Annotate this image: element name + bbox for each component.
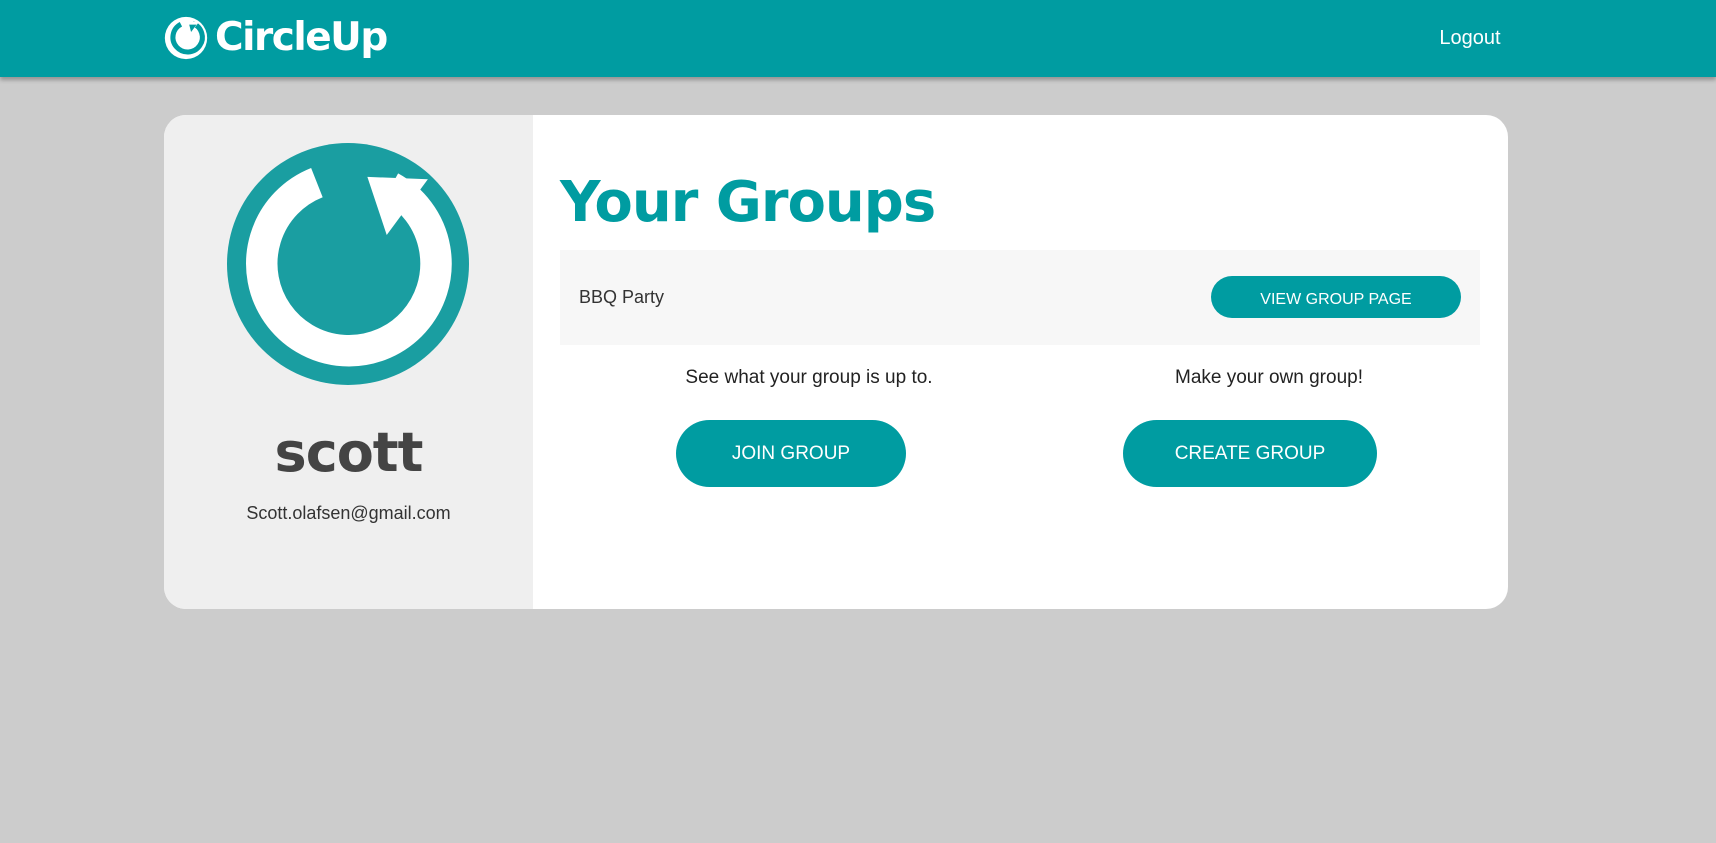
brand-logo[interactable]: CircleUp xyxy=(163,14,388,62)
profile-username: scott xyxy=(274,421,424,484)
circle-arrow-avatar-icon xyxy=(227,143,469,385)
view-group-page-button[interactable]: VIEW GROUP PAGE xyxy=(1211,276,1461,318)
profile-panel: scott Scott.olafsen@gmail.com xyxy=(164,115,533,609)
brand-name: CircleUp xyxy=(215,15,388,60)
dashboard-card: scott Scott.olafsen@gmail.com Your Group… xyxy=(164,115,1508,609)
join-group-button[interactable]: JOIN GROUP xyxy=(676,420,906,487)
logout-link[interactable]: Logout xyxy=(1420,24,1520,52)
circle-arrow-logo-icon xyxy=(164,16,208,60)
create-group-button[interactable]: CREATE GROUP xyxy=(1123,420,1377,487)
join-group-description: See what your group is up to. xyxy=(685,367,933,388)
profile-email: Scott.olafsen@gmail.com xyxy=(246,503,451,523)
group-list-item: BBQ Party VIEW GROUP PAGE xyxy=(560,250,1480,345)
your-groups-heading: Your Groups xyxy=(560,170,936,235)
top-navbar: CircleUp Logout xyxy=(0,0,1716,77)
create-group-description: Make your own group! xyxy=(1175,367,1363,388)
group-name: BBQ Party xyxy=(579,287,665,307)
